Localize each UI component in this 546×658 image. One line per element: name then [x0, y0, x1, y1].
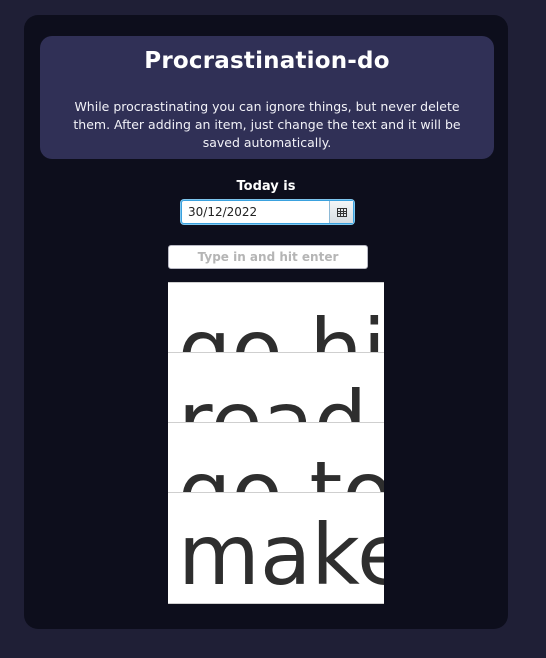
page-title: Procrastination-do	[144, 48, 390, 74]
date-input[interactable]	[182, 201, 329, 223]
todo-item[interactable]: go hi	[168, 282, 384, 354]
todo-item-text[interactable]: make	[178, 513, 384, 597]
date-picker[interactable]	[181, 200, 354, 224]
todo-list: go hi read go to make	[168, 282, 384, 604]
todo-item[interactable]: read	[168, 352, 384, 424]
calendar-button[interactable]	[329, 201, 353, 223]
calendar-icon	[336, 207, 347, 217]
todo-item[interactable]: make	[168, 492, 384, 604]
today-label: Today is	[236, 179, 296, 194]
todo-item-text[interactable]: go to	[178, 450, 384, 493]
todo-item[interactable]: go to	[168, 422, 384, 494]
app-description: While procrastinating you can ignore thi…	[73, 99, 461, 150]
header-card: Procrastination-do While procrastinating…	[40, 36, 494, 159]
app-panel: Procrastination-do While procrastinating…	[24, 15, 508, 629]
todo-item-text[interactable]: go hi	[178, 308, 384, 353]
todo-item-text[interactable]: read	[178, 380, 367, 423]
new-item-input[interactable]	[168, 245, 368, 269]
